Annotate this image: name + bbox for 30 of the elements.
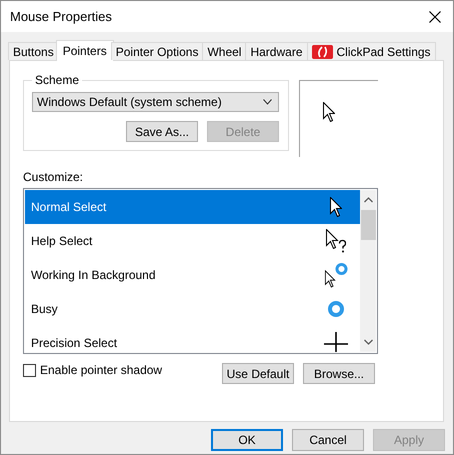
scheme-dropdown[interactable]: Windows Default (system scheme) [32,92,279,112]
scheme-button[interactable]: Save As... [126,121,198,142]
close-icon [429,10,441,22]
list-item[interactable]: Working In Background [25,258,360,292]
caret-icon [263,99,272,105]
scroll-thumb[interactable] [360,210,376,240]
checkbox[interactable] [23,364,36,376]
list-item[interactable]: Normal Select [25,190,360,224]
window-title: Mouse Properties [10,9,112,24]
scrollbar[interactable] [360,190,376,352]
busy-arrow-cursor-icon [324,262,348,288]
list-item[interactable]: Precision Select [25,326,360,352]
list-item[interactable]: Help Select [25,224,360,258]
arrow-cursor-icon [323,102,335,122]
group-label: Scheme [34,73,80,87]
tab[interactable]: Pointer Options [110,42,204,60]
help-cursor-icon [326,229,346,253]
crosshair-icon [324,332,348,352]
arrow-cursor-icon [330,196,342,218]
dialog-button[interactable]: OK [211,429,283,451]
list-label: Customize: [23,170,84,185]
tab[interactable]: ClickPad Settings [306,42,436,60]
checkbox-label: Enable pointer shadow [40,363,162,377]
pointer-button[interactable]: Browse... [303,363,375,384]
busy-ring-icon [328,301,344,317]
pointer-button[interactable]: Use Default [222,363,294,384]
tab[interactable]: Buttons [8,42,59,60]
list-item[interactable]: Busy [25,292,360,326]
dialog-button[interactable]: Cancel [292,429,364,451]
tab[interactable]: Pointers [56,40,114,61]
